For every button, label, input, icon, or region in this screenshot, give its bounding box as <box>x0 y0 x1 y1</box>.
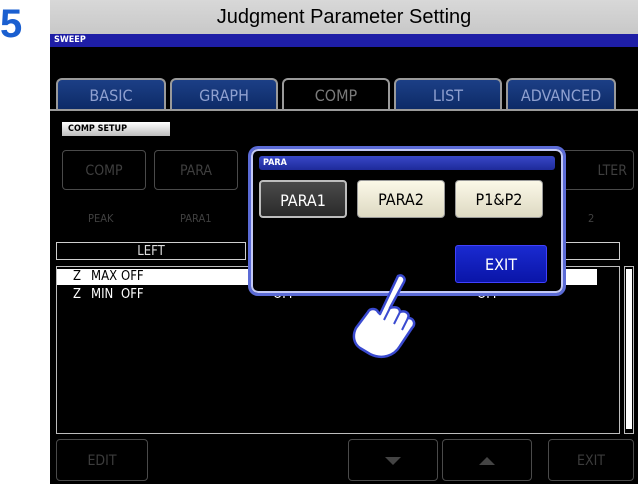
para-button[interactable]: PARA <box>154 150 238 190</box>
tab-comp[interactable]: COMP <box>282 78 390 110</box>
dialog-title: PARA <box>259 156 555 170</box>
column-header-left: LEFT <box>56 242 246 260</box>
row-left-value: OFF <box>121 287 144 302</box>
comp-value: PEAK <box>88 212 114 225</box>
row-limit: MIN <box>91 287 114 302</box>
filter-value: 2 <box>588 212 595 225</box>
arrow-up-icon <box>479 457 495 465</box>
mode-indicator: SWEEP <box>50 34 638 47</box>
tab-divider <box>50 109 638 111</box>
exit-button[interactable]: EXIT <box>548 439 634 481</box>
para1-option[interactable]: PARA1 <box>259 180 347 218</box>
row-limit: MAX <box>91 269 118 284</box>
edit-button[interactable]: EDIT <box>56 439 148 481</box>
tab-basic[interactable]: BASIC <box>56 78 166 110</box>
device-screen: SWEEP BASIC GRAPH COMP LIST ADVANCED COM… <box>50 34 638 484</box>
list-scrollbar[interactable] <box>624 266 634 434</box>
dialog-exit-button[interactable]: EXIT <box>455 245 547 283</box>
para-value: PARA1 <box>180 212 212 225</box>
row-param: Z <box>73 287 82 302</box>
scroll-thumb[interactable] <box>626 269 632 429</box>
row-left-value: OFF <box>121 269 144 284</box>
row-param: Z <box>73 269 82 284</box>
para2-option[interactable]: PARA2 <box>357 180 445 218</box>
p1p2-option[interactable]: P1&P2 <box>455 180 543 218</box>
page-title: Judgment Parameter Setting <box>50 0 638 34</box>
arrow-down-icon <box>385 457 401 465</box>
comp-setup-label: COMP SETUP <box>62 122 170 136</box>
scroll-up-button[interactable] <box>442 439 532 481</box>
column-header-right <box>562 242 620 260</box>
tab-advanced[interactable]: ADVANCED <box>506 78 616 110</box>
step-number: 5 <box>0 2 23 46</box>
scroll-down-button[interactable] <box>348 439 438 481</box>
tab-list[interactable]: LIST <box>394 78 502 110</box>
tab-graph[interactable]: GRAPH <box>170 78 278 110</box>
comp-button[interactable]: COMP <box>62 150 146 190</box>
pointing-hand-icon <box>352 274 416 358</box>
